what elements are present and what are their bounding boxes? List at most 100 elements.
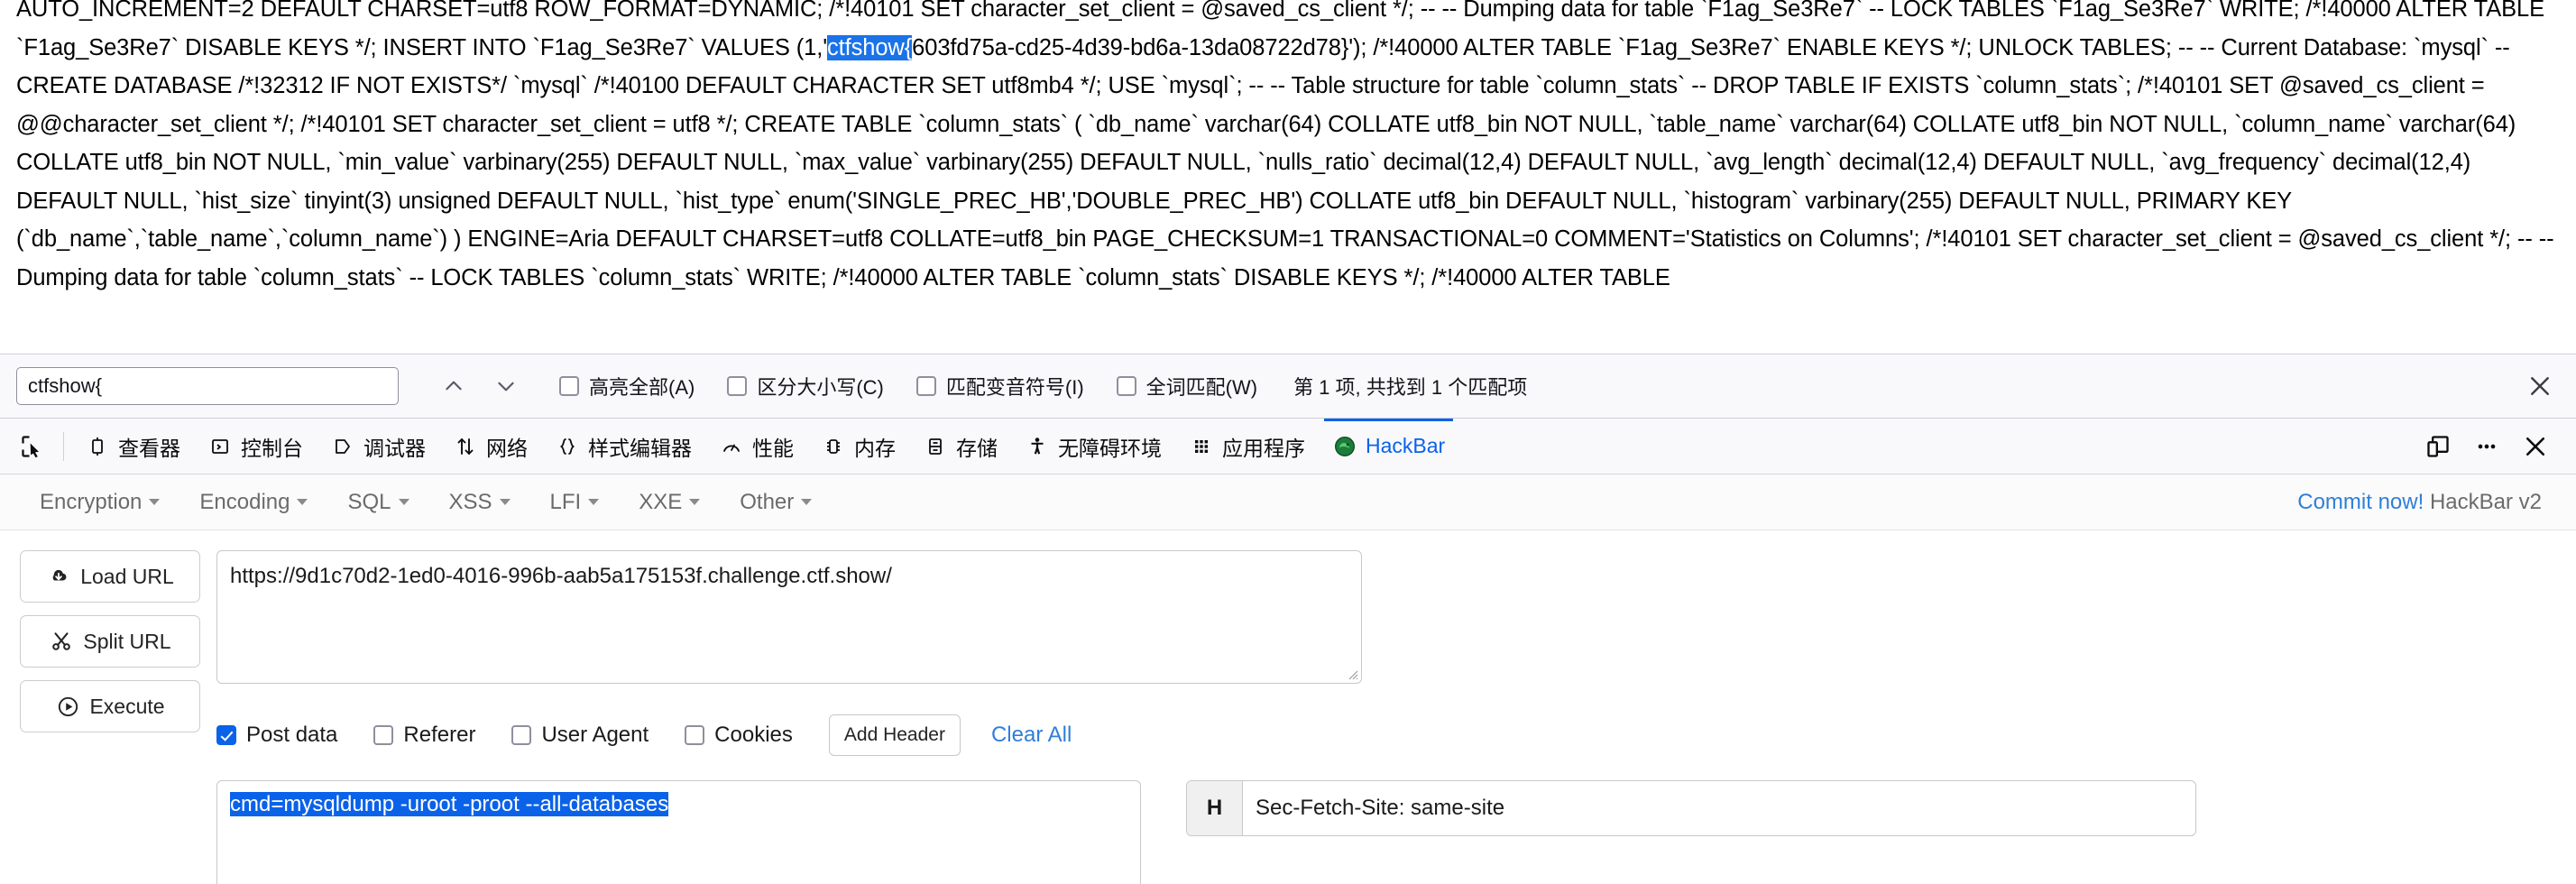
hackbar-menu-sql[interactable]: SQL <box>327 490 428 515</box>
load-url-button[interactable]: Load URL <box>20 550 200 603</box>
hackbar-body: Load URL Split URL Execute https://9d1c7… <box>0 530 2576 884</box>
sql-dump-text: AUTO_INCREMENT=2 DEFAULT CHARSET=utf8 RO… <box>16 0 2560 297</box>
chevron-down-icon <box>297 499 308 505</box>
tab-memory[interactable]: 内存 <box>807 419 909 474</box>
hackbar-menu-lfi-label: LFI <box>549 489 582 514</box>
split-url-button[interactable]: Split URL <box>20 615 200 668</box>
hackbar-icon <box>1332 434 1357 459</box>
application-icon <box>1189 434 1214 459</box>
tab-hackbar[interactable]: HackBar <box>1319 418 1458 474</box>
devtools-close-button[interactable] <box>2513 424 2558 469</box>
hackbar-menu-encryption-label: Encryption <box>40 489 143 514</box>
referer-checkbox[interactable]: Referer <box>373 723 475 748</box>
url-input[interactable]: https://9d1c70d2-1ed0-4016-996b-aab5a175… <box>216 550 1362 684</box>
devtools-toolbar-right <box>2415 424 2567 469</box>
tab-accessibility-label: 无障碍环境 <box>1058 436 1162 460</box>
find-next-button[interactable] <box>485 367 527 405</box>
user-agent-box <box>511 725 532 745</box>
tab-network-label: 网络 <box>486 436 528 460</box>
find-input[interactable] <box>16 367 399 405</box>
hackbar-menu-xxe-label: XXE <box>639 489 683 514</box>
execute-button[interactable]: Execute <box>20 680 200 732</box>
element-picker-button[interactable] <box>9 423 56 470</box>
hackbar-options-row: Post data Referer User Agent Cookies Add… <box>216 714 2556 757</box>
load-url-label: Load URL <box>80 564 174 588</box>
referer-box <box>373 725 394 745</box>
whole-words-checkbox[interactable]: 全词匹配(W) <box>1116 372 1257 401</box>
highlight-all-label: 高亮全部(A) <box>589 376 695 399</box>
tab-accessibility[interactable]: 无障碍环境 <box>1011 419 1175 474</box>
url-textarea-wrapper: https://9d1c70d2-1ed0-4016-996b-aab5a175… <box>216 550 1362 684</box>
hackbar-panel: Encryption Encoding SQL XSS LFI XXE Othe… <box>0 474 2576 884</box>
hackbar-menu-lfi[interactable]: LFI <box>530 490 620 515</box>
memory-icon <box>821 434 846 459</box>
match-case-box <box>727 376 748 396</box>
tab-debugger-label: 调试器 <box>363 436 426 460</box>
match-case-checkbox[interactable]: 区分大小写(C) <box>727 372 884 401</box>
highlight-all-box <box>559 376 579 396</box>
hackbar-inputs-area: https://9d1c70d2-1ed0-4016-996b-aab5a175… <box>216 550 2556 884</box>
match-diacritics-label: 匹配变音符号(I) <box>945 376 1084 399</box>
storage-icon <box>923 434 948 459</box>
post-data-label: Post data <box>246 723 338 747</box>
post-data-input[interactable]: cmd=mysqldump -uroot -proot --all-databa… <box>216 780 1141 884</box>
tab-console[interactable]: 控制台 <box>194 419 317 474</box>
console-icon <box>207 434 233 459</box>
tab-storage[interactable]: 存储 <box>909 419 1011 474</box>
hackbar-menu-other[interactable]: Other <box>720 490 832 515</box>
split-url-label: Split URL <box>83 629 171 653</box>
accessibility-icon <box>1025 434 1050 459</box>
responsive-design-icon <box>2427 435 2449 457</box>
post-data-checkbox[interactable]: Post data <box>216 723 337 748</box>
match-diacritics-checkbox[interactable]: 匹配变音符号(I) <box>915 372 1084 401</box>
element-picker-icon <box>22 435 39 457</box>
debugger-icon <box>330 434 355 459</box>
tab-style-editor[interactable]: 样式编辑器 <box>541 419 705 474</box>
tab-debugger[interactable]: 调试器 <box>317 419 439 474</box>
clear-all-button[interactable]: Clear All <box>991 723 1072 748</box>
hackbar-menu-sql-label: SQL <box>347 489 391 514</box>
style-editor-icon <box>555 434 580 459</box>
tab-network[interactable]: 网络 <box>439 419 541 474</box>
cookies-checkbox[interactable]: Cookies <box>685 723 793 748</box>
devtools-meta-menu-button[interactable] <box>2464 424 2509 469</box>
post-data-value: cmd=mysqldump -uroot -proot --all-databa… <box>230 792 669 816</box>
chevron-down-icon <box>689 499 701 505</box>
tab-inspector[interactable]: 查看器 <box>71 419 194 474</box>
hackbar-menu-xxe[interactable]: XXE <box>619 490 720 515</box>
split-url-icon <box>49 629 74 654</box>
add-header-button[interactable]: Add Header <box>828 714 961 756</box>
tab-performance[interactable]: 性能 <box>705 419 807 474</box>
hackbar-menu-xss-label: XSS <box>448 489 492 514</box>
performance-icon <box>719 434 744 459</box>
responsive-design-mode-button[interactable] <box>2415 424 2461 469</box>
highlight-all-checkbox[interactable]: 高亮全部(A) <box>559 372 695 401</box>
find-previous-button[interactable] <box>433 367 474 405</box>
header-value-input[interactable]: Sec-Fetch-Site: same-site <box>1243 781 2195 835</box>
chevron-down-icon <box>499 499 511 505</box>
header-type-cell: H <box>1187 781 1243 835</box>
load-url-icon <box>46 564 71 589</box>
find-bar: 高亮全部(A) 区分大小写(C) 匹配变音符号(I) 全词匹配(W) 第 1 项… <box>0 354 2576 419</box>
chevron-down-icon <box>801 499 813 505</box>
tab-application[interactable]: 应用程序 <box>1175 419 1319 474</box>
referer-label: Referer <box>403 723 476 747</box>
close-icon <box>2531 377 2549 395</box>
hackbar-menu-xss[interactable]: XSS <box>429 490 530 515</box>
hackbar-lower-row: cmd=mysqldump -uroot -proot --all-databa… <box>216 780 2556 884</box>
close-icon <box>2525 437 2545 456</box>
match-case-label: 区分大小写(C) <box>757 376 884 399</box>
commit-now-link[interactable]: Commit now! <box>2297 490 2424 514</box>
find-match-status: 第 1 项, 共找到 1 个匹配项 <box>1293 376 1528 399</box>
user-agent-checkbox[interactable]: User Agent <box>511 723 649 748</box>
execute-icon <box>55 694 80 719</box>
chevron-down-icon <box>398 499 409 505</box>
hackbar-menu-encryption[interactable]: Encryption <box>20 490 179 515</box>
chevron-down-icon <box>588 499 600 505</box>
hackbar-menu-encoding[interactable]: Encoding <box>179 490 327 515</box>
find-close-button[interactable] <box>2520 366 2560 406</box>
tab-application-label: 应用程序 <box>1222 436 1305 460</box>
sql-dump-prefix: AUTO_INCREMENT=2 DEFAULT CHARSET=utf8 RO… <box>16 0 1959 22</box>
find-match-highlight: ctfshow{ <box>827 34 913 60</box>
tab-hackbar-label: HackBar <box>1366 434 1446 457</box>
